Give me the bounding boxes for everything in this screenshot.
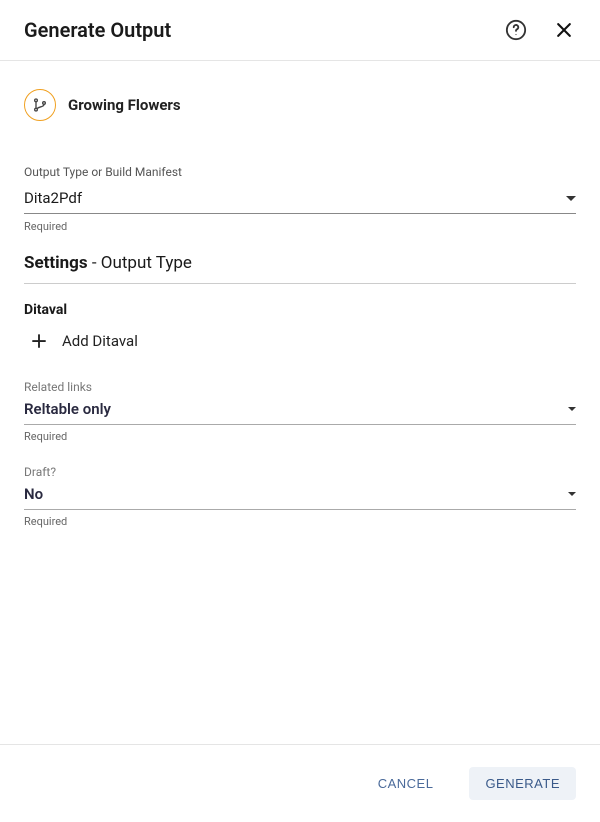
draft-label: Draft? (24, 465, 576, 479)
plus-icon (30, 332, 48, 350)
draft-field: Draft? No Required (24, 465, 576, 528)
dialog-footer: CANCEL GENERATE (0, 744, 600, 822)
chevron-down-icon (568, 407, 576, 411)
dialog-header: Generate Output (0, 0, 600, 61)
add-ditaval-label: Add Ditaval (62, 332, 138, 350)
draft-helper: Required (24, 515, 576, 528)
close-icon[interactable] (552, 18, 576, 42)
output-type-field: Output Type or Build Manifest Dita2Pdf R… (24, 165, 576, 233)
related-links-select[interactable]: Reltable only (24, 398, 576, 425)
header-actions (504, 18, 576, 42)
output-type-label: Output Type or Build Manifest (24, 165, 576, 179)
output-type-select[interactable]: Dita2Pdf (24, 185, 576, 214)
settings-title-separator: - (88, 253, 101, 273)
related-links-field: Related links Reltable only Required (24, 380, 576, 443)
help-icon[interactable] (504, 18, 528, 42)
settings-section-title: Settings - Output Type (24, 253, 576, 284)
settings-title-rest: Output Type (101, 253, 192, 273)
related-links-value: Reltable only (24, 400, 111, 418)
ditaval-heading: Ditaval (24, 302, 576, 318)
chevron-down-icon (568, 492, 576, 496)
output-type-helper: Required (24, 220, 576, 233)
output-type-value: Dita2Pdf (24, 189, 82, 207)
dialog-content: Growing Flowers Output Type or Build Man… (0, 61, 600, 744)
add-ditaval-button[interactable]: Add Ditaval (24, 330, 576, 352)
generate-button[interactable]: GENERATE (469, 767, 576, 800)
related-links-label: Related links (24, 380, 576, 394)
settings-title-strong: Settings (24, 253, 88, 273)
project-name: Growing Flowers (68, 96, 181, 114)
branch-icon (24, 89, 56, 121)
cancel-button[interactable]: CANCEL (362, 767, 450, 800)
draft-select[interactable]: No (24, 483, 576, 510)
chevron-down-icon (566, 196, 576, 201)
dialog-title: Generate Output (24, 18, 171, 42)
project-row: Growing Flowers (24, 89, 576, 121)
draft-value: No (24, 485, 43, 503)
related-links-helper: Required (24, 430, 576, 443)
